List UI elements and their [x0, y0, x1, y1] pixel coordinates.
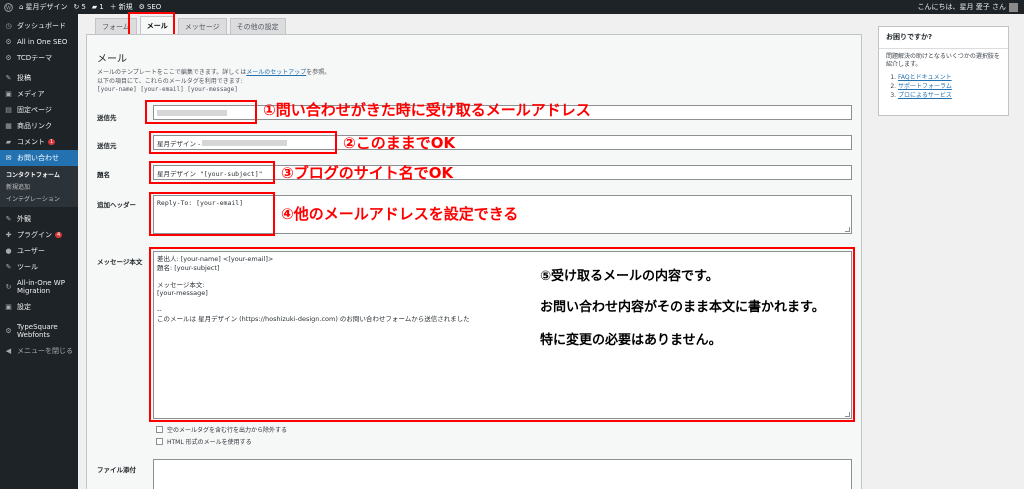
subject-label: 題名	[97, 171, 110, 179]
dashboard-icon: ◷	[5, 22, 12, 30]
comment-icon: ▰	[91, 3, 98, 11]
wordpress-logo-icon[interactable]: W	[4, 2, 13, 12]
mail-section-title: メール	[97, 54, 127, 65]
menu-appearance[interactable]: ✎ 外観	[0, 211, 78, 227]
help-title: お困りですか?	[879, 27, 1008, 49]
attachments-textarea[interactable]	[153, 459, 852, 489]
mail-setup-link[interactable]: メールのセットアップ	[246, 69, 306, 76]
menu-dashboard[interactable]: ◷ ダッシュボード	[0, 18, 78, 34]
redacted-from-email	[202, 139, 288, 146]
migration-icon: ↻	[5, 282, 12, 291]
plugins-icon: ✚	[5, 231, 12, 239]
mail-tags-list: [your-name] [your-email] [your-message]	[97, 86, 238, 93]
annotation-7: 特に変更の必要はありません。	[540, 333, 722, 348]
seo-link[interactable]: ⚙ SEO	[139, 3, 162, 11]
annotation-4: ④他のメールアドレスを設定できる	[281, 205, 519, 223]
annotation-2: ②このままでOK	[343, 134, 456, 152]
submenu-integration[interactable]: インテグレーション	[0, 192, 78, 204]
submenu-contact-forms[interactable]: コンタクトフォーム	[0, 168, 78, 180]
resize-grip-icon[interactable]	[845, 412, 850, 417]
pro-services-link[interactable]: プロによるサービス	[898, 92, 952, 99]
site-name-link[interactable]: ⌂ 星月デザイン	[19, 2, 67, 12]
menu-media[interactable]: ▣ メディア	[0, 86, 78, 102]
plus-icon: ＋	[109, 3, 117, 11]
aioseo-icon: ⚙	[5, 38, 12, 46]
exclude-empty-lines-option[interactable]: 空のメールタグを含む行を出力から除外する	[156, 425, 287, 434]
home-icon: ⌂	[19, 3, 24, 11]
appearance-icon: ✎	[5, 215, 12, 223]
gear-icon: ⚙	[138, 3, 145, 11]
product-link-icon: ▦	[5, 122, 12, 130]
avatar	[1009, 2, 1018, 12]
body-textarea[interactable]: 差出人: [your-name] <[your-email]> 題名: [you…	[153, 251, 852, 419]
contact-icon: ✉	[5, 154, 12, 162]
menu-product-link[interactable]: ▦ 商品リンク	[0, 118, 78, 134]
collapse-menu-button[interactable]: ◀ メニューを閉じる	[0, 343, 78, 359]
attachments-label: ファイル添付	[97, 466, 136, 474]
comments-link[interactable]: ▰ 1	[92, 3, 104, 11]
media-icon: ▣	[5, 90, 12, 98]
annotation-3: ③ブログのサイト名でOK	[281, 164, 454, 182]
checkbox[interactable]	[156, 438, 163, 445]
from-label: 送信元	[97, 142, 117, 150]
menu-pages[interactable]: ▤ 固定ページ	[0, 102, 78, 118]
account-menu[interactable]: こんにちは、星月 愛子 さん	[918, 0, 1018, 14]
annotation-1: ①問い合わせがきた時に受け取るメールアドレス	[263, 101, 591, 119]
to-label: 送信先	[97, 114, 117, 122]
admin-bar: W ⌂ 星月デザイン ↻ 5 ▰ 1 ＋ 新規 ⚙ SEO こんにちは、星月 愛…	[0, 0, 1024, 14]
headers-label: 追加ヘッダー	[97, 201, 136, 209]
settings-icon: ▣	[5, 303, 12, 311]
menu-contact[interactable]: ✉ お問い合わせ	[0, 150, 78, 166]
redacted-email	[157, 109, 227, 116]
mail-tags-description: 以下の項目にて、これらのメールタグを利用できます:	[97, 78, 243, 85]
posts-icon: ✎	[5, 74, 12, 82]
menu-tools[interactable]: ✎ ツール	[0, 259, 78, 275]
pages-icon: ▤	[5, 106, 12, 114]
submenu-add-new[interactable]: 新規追加	[0, 180, 78, 192]
plugins-badge: 4	[55, 232, 63, 238]
collapse-icon: ◀	[5, 347, 12, 355]
body-label: メッセージ本文	[97, 258, 143, 266]
menu-comments[interactable]: ▰ コメント 1	[0, 134, 78, 150]
tab-messages[interactable]: メッセージ	[177, 18, 227, 34]
help-links: FAQとドキュメント サポートフォーラム プロによるサービス	[879, 73, 1008, 101]
resize-grip-icon[interactable]	[845, 227, 850, 232]
tab-mail[interactable]: メール	[139, 16, 175, 34]
menu-settings[interactable]: ▣ 設定	[0, 299, 78, 315]
checkbox[interactable]	[156, 426, 163, 433]
tcd-icon: ⚙	[5, 54, 12, 62]
menu-tcd[interactable]: ⚙ TCDテーマ	[0, 50, 78, 66]
updates-link[interactable]: ↻ 5	[73, 3, 85, 11]
menu-posts[interactable]: ✎ 投稿	[0, 70, 78, 86]
support-forum-link[interactable]: サポートフォーラム	[898, 83, 952, 90]
help-box: お困りですか? 問題解決の助けとなるいくつかの選択肢を紹介します。 FAQとドキ…	[878, 26, 1009, 116]
updates-icon: ↻	[73, 3, 80, 11]
annotation-5: ⑤受け取るメールの内容です。	[540, 269, 719, 284]
from-field[interactable]: 星月デザイン -	[153, 135, 852, 150]
form-editor-tabs: フォーム メール メッセージ その他の設定	[95, 16, 289, 34]
help-text: 問題解決の助けとなるいくつかの選択肢を紹介します。	[886, 53, 1000, 69]
tab-additional-settings[interactable]: その他の設定	[229, 18, 286, 34]
tab-form[interactable]: フォーム	[95, 18, 137, 34]
menu-migration[interactable]: ↻ All-in-One WP Migration	[0, 275, 78, 299]
faq-link[interactable]: FAQとドキュメント	[898, 74, 952, 81]
menu-aioseo[interactable]: ⚙ All in One SEO	[0, 34, 78, 50]
menu-users[interactable]: ● ユーザー	[0, 243, 78, 259]
mail-description: メールのテンプレートをここで編集できます。詳しくはメールのセットアップを参照。	[97, 69, 331, 76]
subject-field[interactable]: 星月デザイン "[your-subject]"	[153, 165, 852, 180]
menu-plugins[interactable]: ✚ プラグイン 4	[0, 227, 78, 243]
comments-badge: 1	[48, 139, 56, 145]
admin-sidebar: ◷ ダッシュボード ⚙ All in One SEO ⚙ TCDテーマ ✎ 投稿 ▣ メデ…	[0, 14, 78, 489]
contact-submenu: コンタクトフォーム 新規追加 インテグレーション	[0, 166, 78, 207]
annotation-6: お問い合わせ内容がそのまま本文に書かれます。	[540, 300, 825, 315]
tools-icon: ✎	[5, 263, 12, 271]
typesquare-icon: ⚙	[5, 326, 12, 335]
use-html-option[interactable]: HTML 形式のメールを使用する	[156, 437, 252, 446]
svg-text:W: W	[6, 5, 12, 11]
menu-typesquare[interactable]: ⚙ TypeSquare Webfonts	[0, 319, 78, 343]
users-icon: ●	[5, 247, 12, 255]
new-content-link[interactable]: ＋ 新規	[110, 2, 133, 12]
comments-icon: ▰	[5, 138, 12, 146]
